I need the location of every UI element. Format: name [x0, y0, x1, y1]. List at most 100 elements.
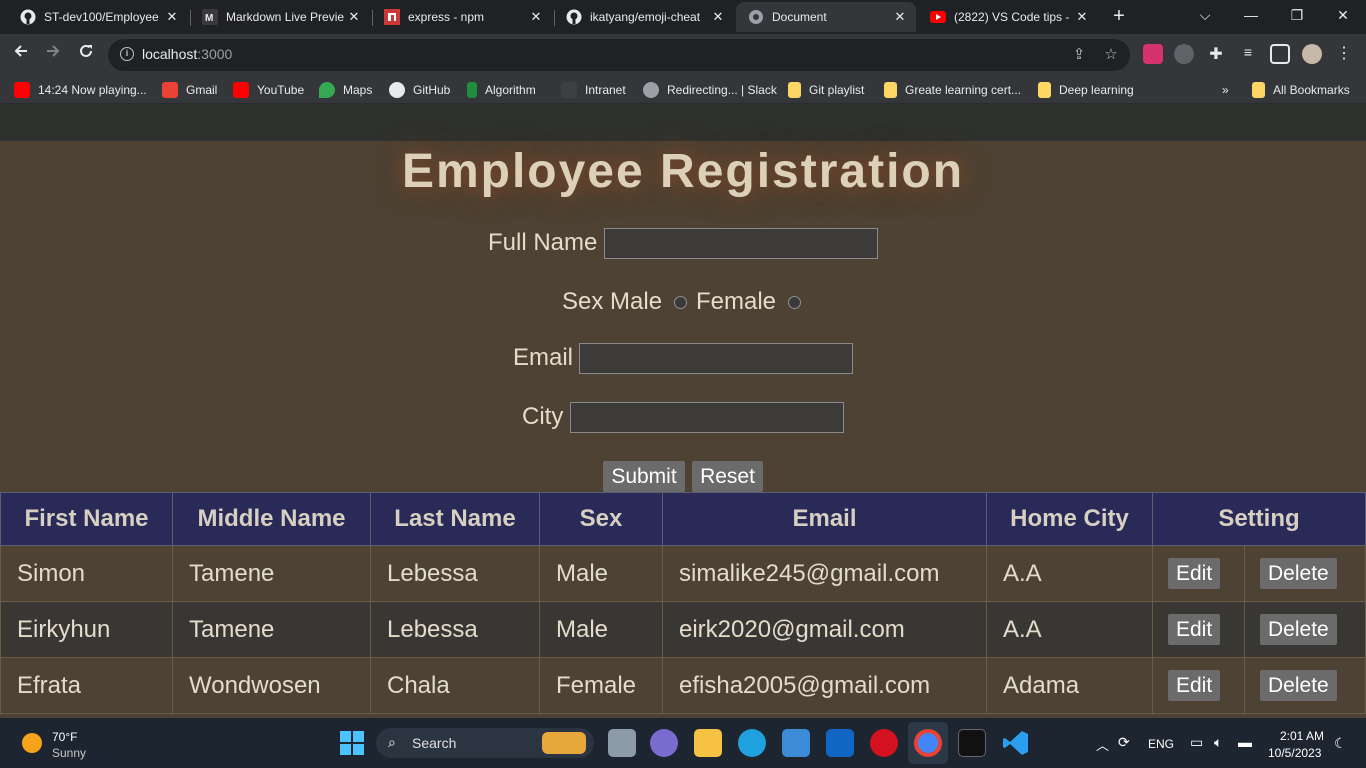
taskbar-search-box[interactable]: ⌕ Search: [376, 728, 594, 758]
bookmark-deep-learning[interactable]: Deep learning: [1038, 81, 1134, 99]
sun-icon[interactable]: [22, 733, 42, 753]
bookmark-github[interactable]: GitHub: [389, 81, 450, 99]
tab-strip: ST-dev100/Employee ✕ M Markdown Live Pre…: [0, 0, 1366, 34]
bookmark-label: Deep learning: [1059, 83, 1134, 97]
male-radio[interactable]: [674, 296, 687, 309]
bookmark-slack[interactable]: Redirecting... | Slack: [643, 81, 777, 99]
edge-icon[interactable]: [738, 729, 766, 757]
tab-search-button[interactable]: ⌵: [1182, 0, 1228, 32]
full-name-input[interactable]: [604, 228, 878, 259]
gmail-icon: [162, 82, 178, 98]
puzzle-icon[interactable]: ✚: [1206, 44, 1226, 64]
female-radio[interactable]: [788, 296, 801, 309]
folder-icon: [1038, 82, 1051, 98]
table-row: Eirkyhun Tamene Lebessa Male eirk2020@gm…: [0, 601, 1366, 658]
close-window-button[interactable]: ✕: [1320, 0, 1366, 32]
email-cell: efisha2005@gmail.com: [662, 657, 987, 714]
delete-button[interactable]: Delete: [1260, 670, 1337, 701]
home-city-cell: A.A: [986, 601, 1153, 658]
tab-title: Document: [772, 10, 827, 24]
back-button[interactable]: [8, 42, 34, 68]
column-header: Email: [662, 492, 987, 546]
bookmark-star-icon[interactable]: ☆: [1102, 46, 1120, 64]
bookmark-gmail[interactable]: Gmail: [162, 81, 217, 99]
tab-github-employee[interactable]: ST-dev100/Employee ✕: [8, 2, 188, 32]
tab-youtube-vscode[interactable]: (2822) VS Code tips - ✕: [918, 2, 1098, 32]
tab-markdown-preview[interactable]: M Markdown Live Previe ✕: [190, 2, 370, 32]
bookmark-youtube[interactable]: YouTube: [233, 81, 304, 99]
bookmark-now-playing[interactable]: 14:24 Now playing...: [14, 81, 147, 99]
close-icon[interactable]: ✕: [892, 9, 908, 25]
windows-start-icon[interactable]: [340, 731, 364, 755]
bookmark-algorithm[interactable]: Algorithm: [467, 81, 536, 99]
menu-icon[interactable]: ⋮: [1334, 44, 1354, 64]
bookmark-label: Intranet: [585, 83, 626, 97]
clock-date[interactable]: 10/5/2023: [1268, 746, 1321, 760]
tab-document[interactable]: Document ✕: [736, 2, 916, 32]
email-input[interactable]: [579, 343, 853, 374]
bookmark-git-playlist[interactable]: Git playlist: [788, 81, 864, 99]
info-icon[interactable]: i: [120, 47, 134, 61]
battery-icon[interactable]: ▬: [1238, 734, 1252, 750]
sync-icon[interactable]: ⟳: [1118, 734, 1130, 751]
edit-button[interactable]: Edit: [1168, 558, 1221, 589]
extension-icon[interactable]: [1143, 44, 1163, 64]
edit-button[interactable]: Edit: [1168, 614, 1221, 645]
reload-button[interactable]: [73, 42, 99, 68]
avatar[interactable]: [1302, 44, 1322, 64]
chrome-icon[interactable]: [914, 729, 942, 757]
close-icon[interactable]: ✕: [1074, 9, 1090, 25]
bookmark-intranet[interactable]: Intranet: [561, 81, 626, 99]
language-indicator[interactable]: ENG: [1148, 737, 1174, 751]
network-icon[interactable]: ▭: [1190, 734, 1203, 751]
terminal-icon[interactable]: [958, 729, 986, 757]
new-tab-button[interactable]: +: [1106, 5, 1132, 29]
markdown-icon: M: [202, 9, 218, 25]
store-icon[interactable]: [782, 729, 810, 757]
outlook-icon[interactable]: [826, 729, 854, 757]
tab-emoji-cheat[interactable]: ikatyang/emoji-cheat ✕: [554, 2, 734, 32]
chat-icon[interactable]: [650, 729, 678, 757]
reset-button[interactable]: Reset: [692, 461, 763, 492]
minimize-button[interactable]: —: [1228, 0, 1274, 32]
delete-button[interactable]: Delete: [1260, 614, 1337, 645]
city-input[interactable]: [570, 402, 844, 433]
vscode-icon[interactable]: [1002, 729, 1030, 757]
task-view-icon[interactable]: [608, 729, 636, 757]
bookmark-great-learning[interactable]: Greate learning cert...: [884, 81, 1021, 99]
extension-icon[interactable]: [1174, 44, 1194, 64]
edit-button[interactable]: Edit: [1168, 670, 1221, 701]
youtube-icon: [930, 9, 946, 25]
close-icon[interactable]: ✕: [528, 9, 544, 25]
bookmarks-overflow-button[interactable]: »: [1222, 81, 1229, 99]
weather-desc[interactable]: Sunny: [52, 746, 86, 760]
media-control-icon[interactable]: ≡: [1238, 44, 1258, 64]
close-icon[interactable]: ✕: [164, 9, 180, 25]
weather-temp[interactable]: 70°F: [52, 730, 77, 744]
volume-icon[interactable]: 🔈︎: [1214, 734, 1222, 751]
folder-icon: [788, 82, 801, 98]
restore-button[interactable]: ❐: [1274, 0, 1320, 32]
svg-text:M: M: [205, 13, 213, 24]
bookmark-maps[interactable]: Maps: [319, 81, 372, 99]
moon-icon[interactable]: ☾: [1334, 735, 1347, 752]
share-icon[interactable]: ⇪: [1070, 46, 1088, 64]
column-header: First Name: [0, 492, 173, 546]
chevron-up-icon[interactable]: ︿: [1096, 735, 1109, 754]
sex-label: Sex Male: [562, 288, 663, 315]
sex-cell: Female: [539, 657, 663, 714]
close-icon[interactable]: ✕: [710, 9, 726, 25]
clock-time[interactable]: 2:01 AM: [1280, 729, 1324, 743]
side-panel-icon[interactable]: [1270, 44, 1290, 64]
reload-icon: [80, 44, 92, 57]
bookmark-all-bookmarks[interactable]: All Bookmarks: [1252, 81, 1350, 99]
tab-express-npm[interactable]: express - npm ✕: [372, 2, 552, 32]
opera-icon[interactable]: [870, 729, 898, 757]
submit-button[interactable]: Submit: [603, 461, 685, 492]
forward-button[interactable]: [40, 42, 66, 68]
address-bar[interactable]: i localhost:3000 ⇪ ☆: [108, 39, 1130, 71]
close-icon[interactable]: ✕: [346, 9, 362, 25]
file-explorer-icon[interactable]: [694, 729, 722, 757]
delete-button[interactable]: Delete: [1260, 558, 1337, 589]
search-label: Search: [412, 735, 457, 751]
